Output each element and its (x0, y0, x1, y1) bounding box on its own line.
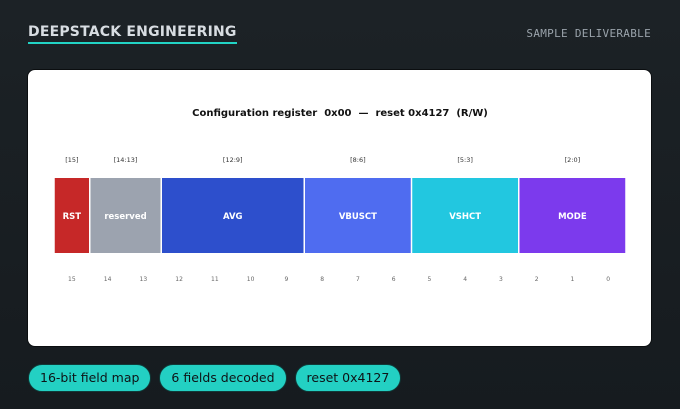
chip-field-map[interactable]: 16-bit field map (28, 364, 152, 392)
register-map-card: Configuration register 0x00 — reset 0x41… (27, 69, 652, 347)
bit-index-9: 9 (284, 276, 288, 283)
brand-title: DEEPSTACK ENGINEERING (28, 24, 237, 44)
field-reserved-range: [14:13] (114, 156, 138, 164)
field-rst-range: [15] (65, 156, 78, 164)
bit-index-7: 7 (356, 276, 360, 283)
field-rst-label: RST (63, 212, 82, 222)
bit-index-11: 11 (211, 276, 219, 283)
chip-fields-decoded[interactable]: 6 fields decoded (159, 364, 287, 392)
field-reserved-label: reserved (104, 212, 146, 222)
bit-index-2: 2 (535, 276, 539, 283)
bit-index-5: 5 (427, 276, 431, 283)
field-avg-label: AVG (223, 212, 243, 222)
field-vbusct-range: [8:6] (350, 156, 366, 164)
field-vbusct-label: VBUSCT (339, 212, 377, 222)
bit-index-4: 4 (463, 276, 467, 283)
field-mode-range: [2:0] (565, 156, 581, 164)
bit-index-10: 10 (247, 276, 255, 283)
bit-index-13: 13 (140, 276, 148, 283)
sample-deliverable-label: SAMPLE DELIVERABLE (526, 27, 651, 40)
register-map: Configuration register 0x00 — reset 0x41… (54, 108, 626, 283)
bit-index-3: 3 (499, 276, 503, 283)
field-avg-range: [12:9] (223, 156, 243, 164)
bit-index-0: 0 (606, 276, 610, 283)
bit-index-14: 14 (104, 276, 112, 283)
bit-index-12: 12 (175, 276, 183, 283)
bit-index-6: 6 (392, 276, 396, 283)
field-vshct-label: VSHCT (449, 212, 481, 222)
field-vshct-range: [5:3] (457, 156, 473, 164)
register-title: Configuration register 0x00 — reset 0x41… (192, 108, 488, 119)
field-mode-label: MODE (558, 212, 587, 222)
bit-index-8: 8 (320, 276, 324, 283)
chip-reset-value[interactable]: reset 0x4127 (294, 364, 402, 392)
bit-index-15: 15 (68, 276, 76, 283)
summary-chips: 16-bit field map 6 fields decoded reset … (28, 364, 402, 392)
bit-index-1: 1 (570, 276, 574, 283)
